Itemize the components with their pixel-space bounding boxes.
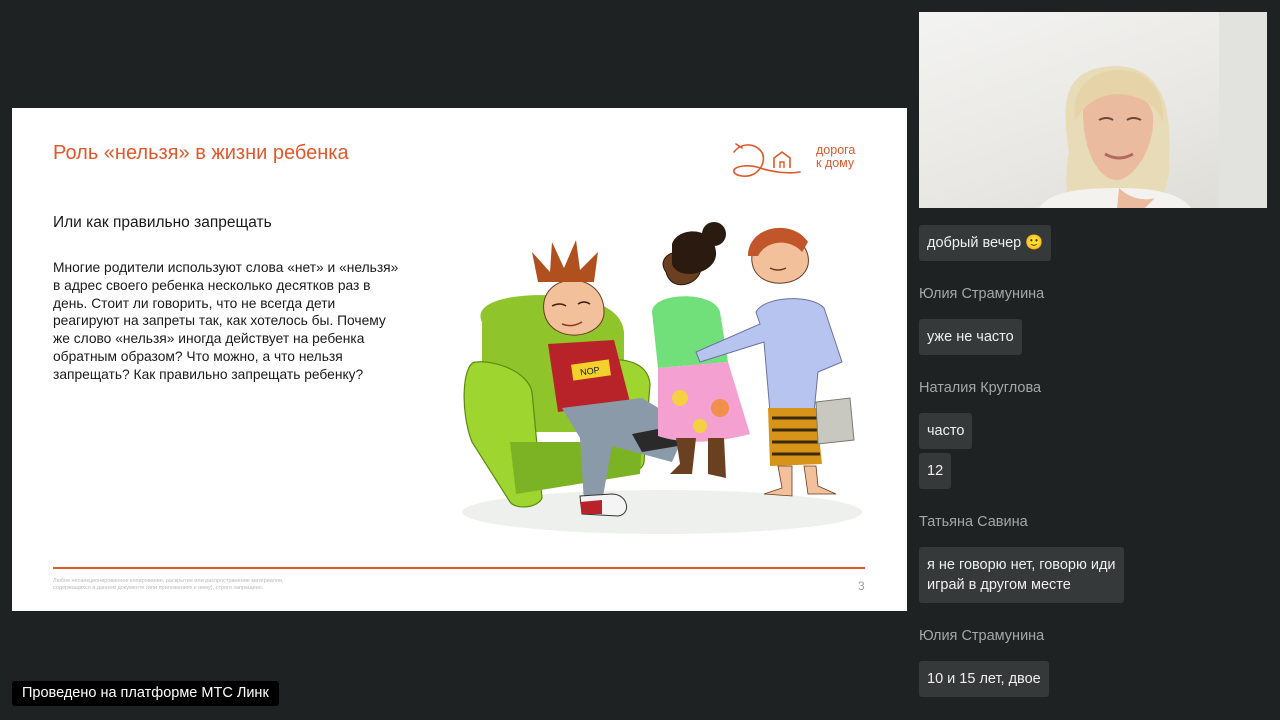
brand-logo: дорога к дому xyxy=(730,134,870,182)
chat-author-name: Юлия Страмунина xyxy=(919,628,1045,644)
chat-message: уже не часто xyxy=(919,319,1022,355)
platform-badge: Проведено на платформе МТС Линк xyxy=(12,681,279,706)
slide-subtitle: Или как правильно запрещать xyxy=(53,214,272,231)
chat-message: 10 и 15 лет, двое xyxy=(919,661,1049,697)
presenter-avatar xyxy=(1039,12,1267,208)
house-logo-icon xyxy=(733,143,801,177)
chat-author-name: Юлия Страмунина xyxy=(919,286,1045,302)
chat-author-name: Татьяна Савина xyxy=(919,514,1028,530)
slide-footer-disclaimer: Любое несанкционированное копирование, р… xyxy=(53,578,284,591)
slide-title: Роль «нельзя» в жизни ребенка xyxy=(53,142,349,164)
presentation-slide: Роль «нельзя» в жизни ребенка дорога к д… xyxy=(12,108,907,611)
chat-message: часто xyxy=(919,413,973,449)
logo-text: дорога к дому xyxy=(816,144,855,170)
cartoon-children-illustration: NOP xyxy=(462,222,862,534)
slide-divider xyxy=(53,567,865,569)
slide-body-text: Многие родители используют слова «нет» и… xyxy=(53,260,399,382)
slide-page-number: 3 xyxy=(858,579,865,593)
chat-author-name: Наталия Круглова xyxy=(919,380,1042,396)
presenter-video[interactable] xyxy=(919,12,1267,208)
logo-text-line2: к дому xyxy=(816,156,855,170)
chat-message: добрый вечер 🙂 xyxy=(919,225,1052,261)
chat-message: я не говорю нет, говорю иди играй в друг… xyxy=(919,547,1124,603)
chat-message: 12 xyxy=(919,453,952,489)
